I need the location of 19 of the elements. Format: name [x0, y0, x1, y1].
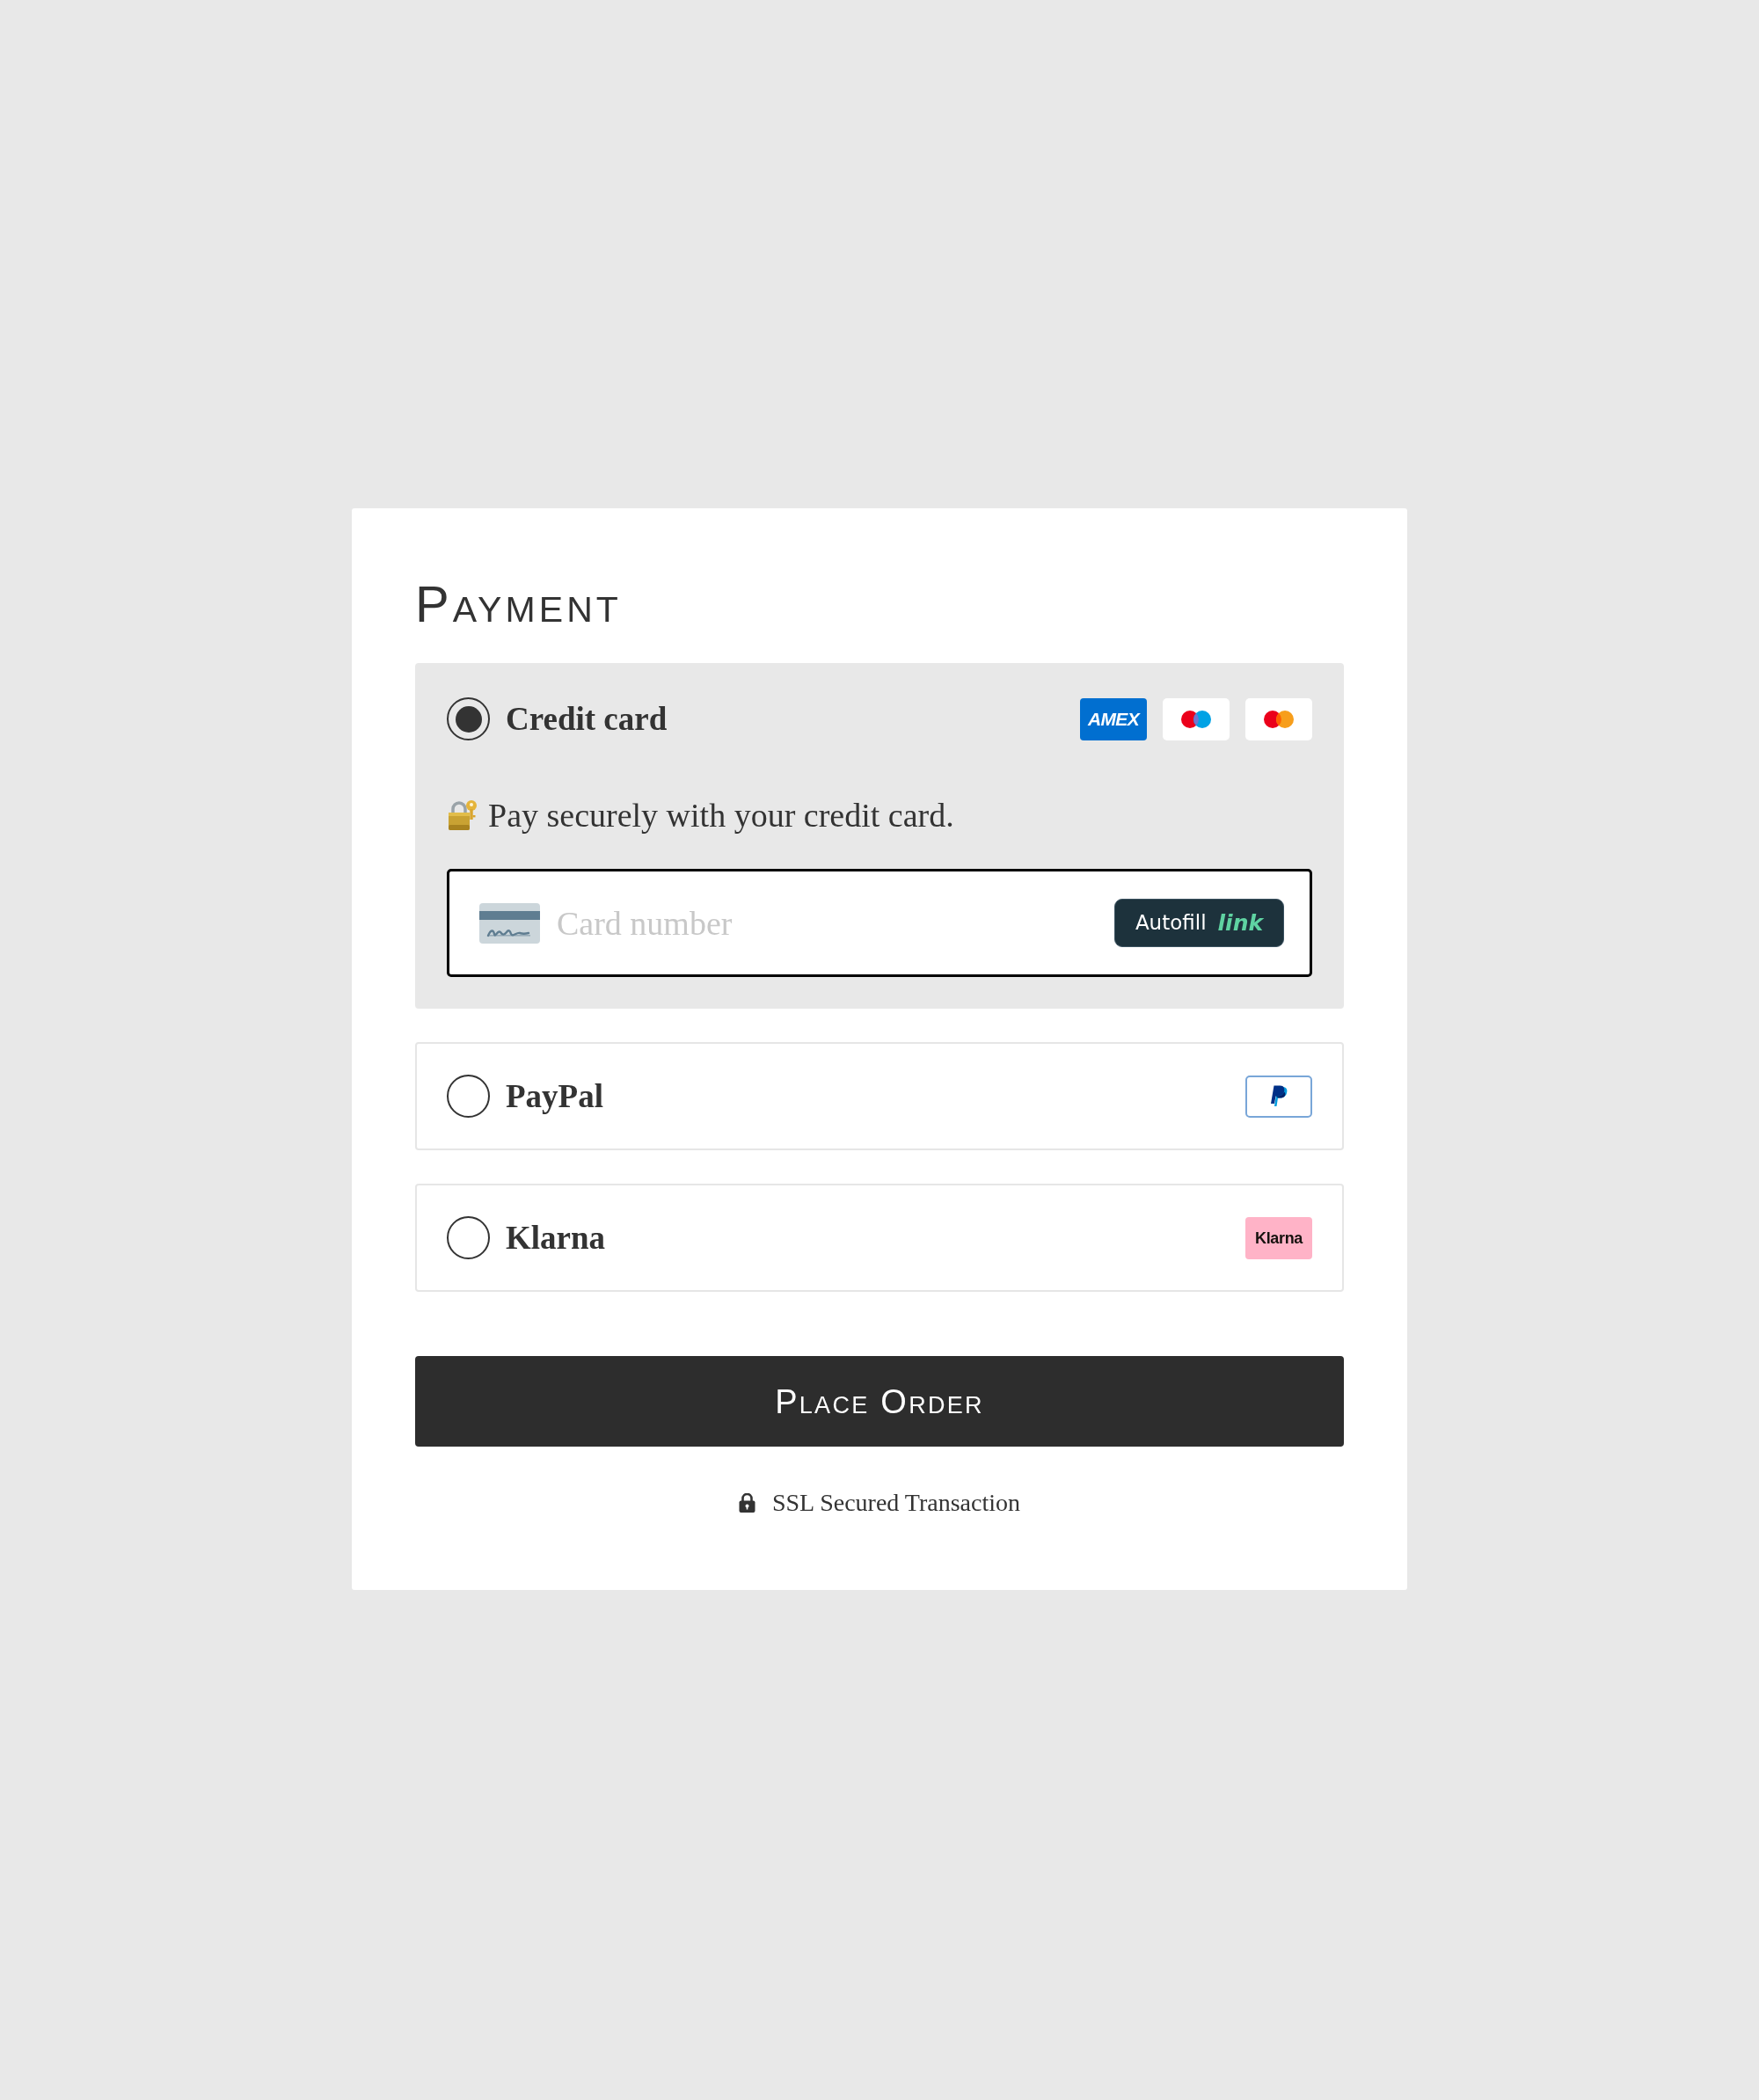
payment-method-label[interactable]: PayPal [506, 1080, 603, 1112]
autofill-button[interactable]: Autofill link [1114, 899, 1284, 947]
radio-button[interactable] [447, 1216, 490, 1259]
radio-button[interactable] [447, 1075, 490, 1118]
paypal-logo-icon [1245, 1075, 1312, 1118]
description-text: Pay securely with your credit card. [488, 798, 954, 832]
lock-with-key-icon [447, 799, 478, 831]
page-title: Payment [415, 579, 622, 630]
radio-button[interactable] [447, 697, 490, 740]
klarna-logo: Klarna [1245, 1216, 1312, 1259]
lock-icon [738, 1493, 755, 1513]
credit-card-icon [479, 903, 540, 944]
security-note: SSL Secured Transaction [771, 1491, 1021, 1515]
overlapping-circles-icon [1245, 697, 1312, 740]
payment-method-label[interactable]: Credit card [506, 703, 668, 735]
place-order-button[interactable]: Place Order [415, 1356, 1344, 1447]
payment-method-label[interactable]: Klarna [506, 1221, 606, 1254]
overlapping-circles-icon [1163, 697, 1230, 740]
amex-logo: AMEX [1080, 697, 1147, 740]
